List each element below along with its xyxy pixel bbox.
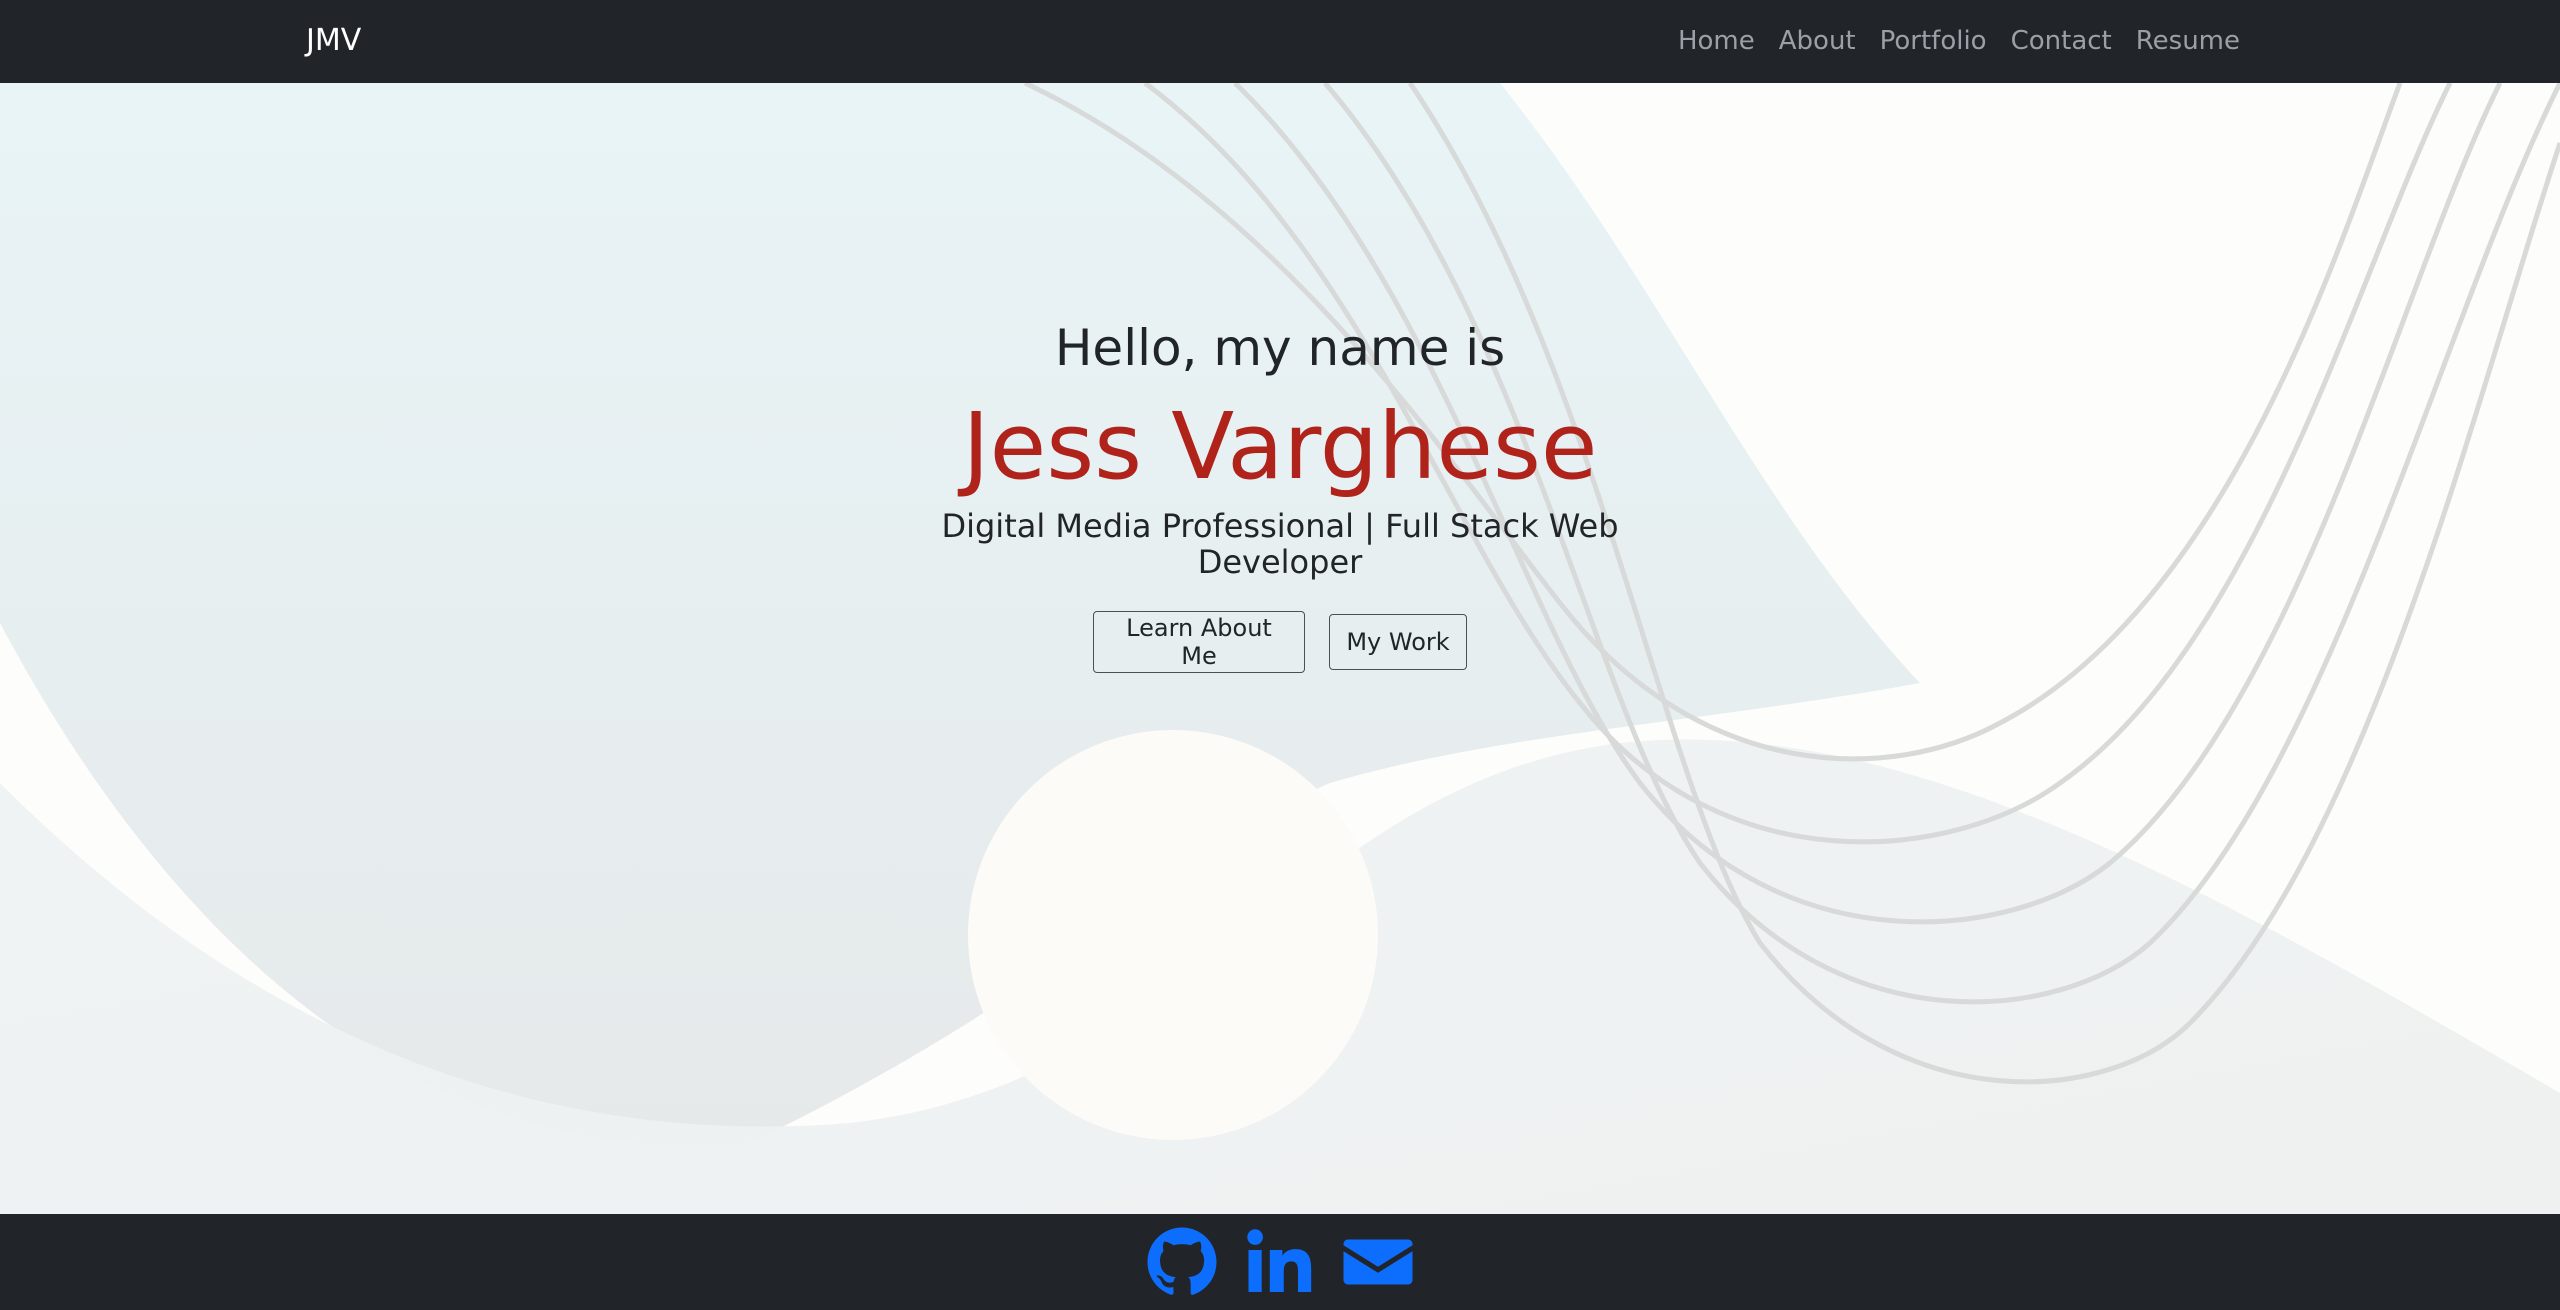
nav-menu: Home About Portfolio Contact Resume (1678, 22, 2240, 60)
nav-home[interactable]: Home (1678, 22, 1755, 60)
hero-buttons: Learn About Me My Work (0, 611, 2560, 673)
my-work-button[interactable]: My Work (1329, 614, 1467, 670)
nav-portfolio[interactable]: Portfolio (1880, 22, 1987, 60)
learn-about-me-button[interactable]: Learn About Me (1093, 611, 1305, 673)
email-link[interactable] (1342, 1226, 1414, 1298)
brand-logo[interactable]: JMV (306, 22, 361, 60)
hero-section: Hello, my name is Jess Varghese Digital … (0, 83, 2560, 1214)
nav-contact[interactable]: Contact (2011, 22, 2112, 60)
github-link[interactable] (1146, 1226, 1218, 1298)
footer (0, 1214, 2560, 1310)
background-circle (968, 730, 1378, 1140)
linkedin-link[interactable] (1244, 1226, 1316, 1298)
greeting-heading: Hello, my name is (1054, 319, 1506, 377)
nav-resume[interactable]: Resume (2136, 22, 2240, 60)
github-icon (1147, 1227, 1217, 1295)
top-navbar: JMV Home About Portfolio Contact Resume (0, 0, 2560, 83)
nav-about[interactable]: About (1779, 22, 1856, 60)
linkedin-icon (1247, 1229, 1312, 1292)
envelope-icon (1343, 1239, 1413, 1285)
name-heading: Jess Varghese (962, 393, 1598, 500)
page: JMV Home About Portfolio Contact Resume (0, 0, 2560, 1310)
tagline: Digital Media Professional | Full Stack … (941, 507, 1619, 581)
